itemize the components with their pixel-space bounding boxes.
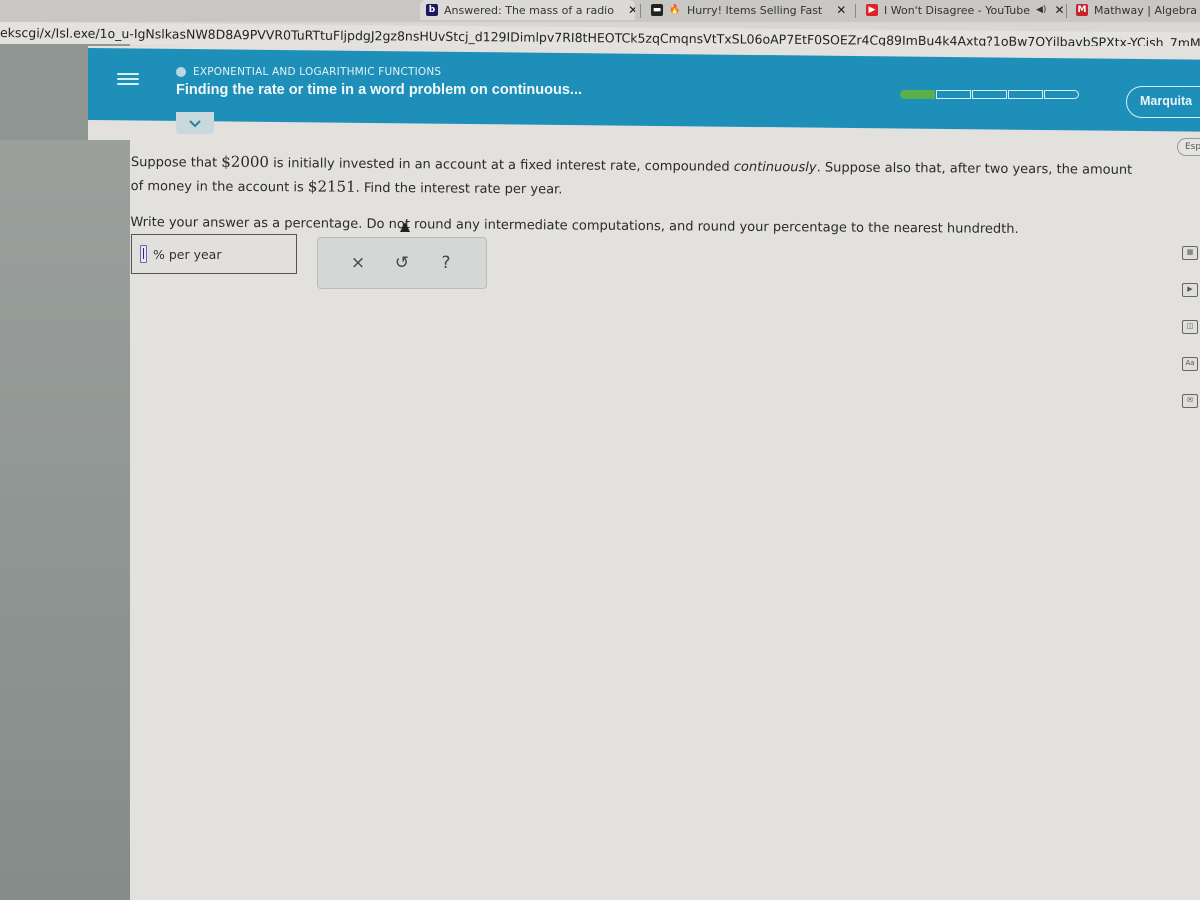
unit-label: % per year <box>153 246 222 262</box>
close-tab-icon[interactable]: ✕ <box>628 3 635 17</box>
video-icon[interactable]: ▶ <box>1182 283 1198 297</box>
progress-bar <box>900 90 1080 99</box>
chevron-down-icon <box>189 119 201 127</box>
bartleby-icon: b <box>426 4 438 16</box>
help-icon[interactable]: ? <box>434 253 458 273</box>
close-tab-icon[interactable]: ✕ <box>836 3 846 17</box>
mouse-cursor <box>400 222 410 232</box>
topic-breadcrumb: EXPONENTIAL AND LOGARITHMIC FUNCTIONS <box>176 66 441 78</box>
problem-statement: Suppose that $2000 is initially invested… <box>130 152 1133 198</box>
speaker-icon[interactable]: ◀) <box>1036 5 1046 15</box>
tab-title: I Won't Disagree - YouTube <box>884 3 1030 17</box>
glossary-icon[interactable]: Aa <box>1182 357 1198 371</box>
answer-input-field[interactable] <box>140 245 147 263</box>
topic-label: EXPONENTIAL AND LOGARITHMIC FUNCTIONS <box>193 66 442 78</box>
principal-value: $2000 <box>221 152 270 172</box>
close-tab-icon[interactable]: ✕ <box>1054 3 1064 17</box>
mathway-icon: M <box>1076 4 1088 16</box>
browser-tab-bar: b Answered: The mass of a radio ✕ ▬ 🔥 Hu… <box>0 0 1200 22</box>
undo-icon[interactable]: ↺ <box>390 253 414 273</box>
tab-mathway[interactable]: M Mathway | Algebra Pro <box>1070 0 1200 20</box>
clear-icon[interactable]: × <box>346 253 370 273</box>
progress-segment <box>1008 90 1043 99</box>
hamburger-menu-icon[interactable] <box>117 70 139 90</box>
side-toolbar: ▦ ▶ ◫ Aa ✉ <box>1182 246 1200 431</box>
lesson-title: Finding the rate or time in a word probl… <box>176 82 583 98</box>
calculator-icon[interactable]: ▦ <box>1182 246 1198 260</box>
tab-title: Hurry! Items Selling Fast <box>687 3 823 17</box>
fire-icon: 🔥 <box>669 5 681 15</box>
user-menu-button[interactable]: Marquita <box>1126 86 1200 118</box>
tab-title: Mathway | Algebra Pro <box>1094 3 1200 17</box>
message-icon[interactable]: ✉ <box>1182 394 1198 408</box>
textbook-icon[interactable]: ◫ <box>1182 320 1198 334</box>
progress-segment <box>900 90 935 99</box>
progress-segment <box>936 90 971 99</box>
window-edge-lower <box>0 140 130 900</box>
progress-segment <box>972 90 1007 99</box>
final-amount-value: $2151 <box>307 177 356 196</box>
youtube-icon: ▶ <box>866 4 878 16</box>
tab-youtube[interactable]: ▶ I Won't Disagree - YouTube ◀) ✕ <box>860 0 1065 20</box>
app-icon: ▬ <box>651 4 663 16</box>
progress-segment <box>1044 90 1079 99</box>
answer-tools-panel: × ↺ ? <box>317 237 487 289</box>
collapse-toggle[interactable] <box>176 112 214 134</box>
language-espanol-button[interactable]: Esp <box>1177 138 1200 156</box>
answer-input[interactable]: % per year <box>131 234 297 274</box>
tab-title: Answered: The mass of a radio <box>444 3 614 17</box>
tab-hurry[interactable]: ▬ 🔥 Hurry! Items Selling Fast ✕ <box>645 0 855 20</box>
tab-answered[interactable]: b Answered: The mass of a radio ✕ <box>420 0 635 20</box>
topic-status-icon <box>176 67 186 77</box>
